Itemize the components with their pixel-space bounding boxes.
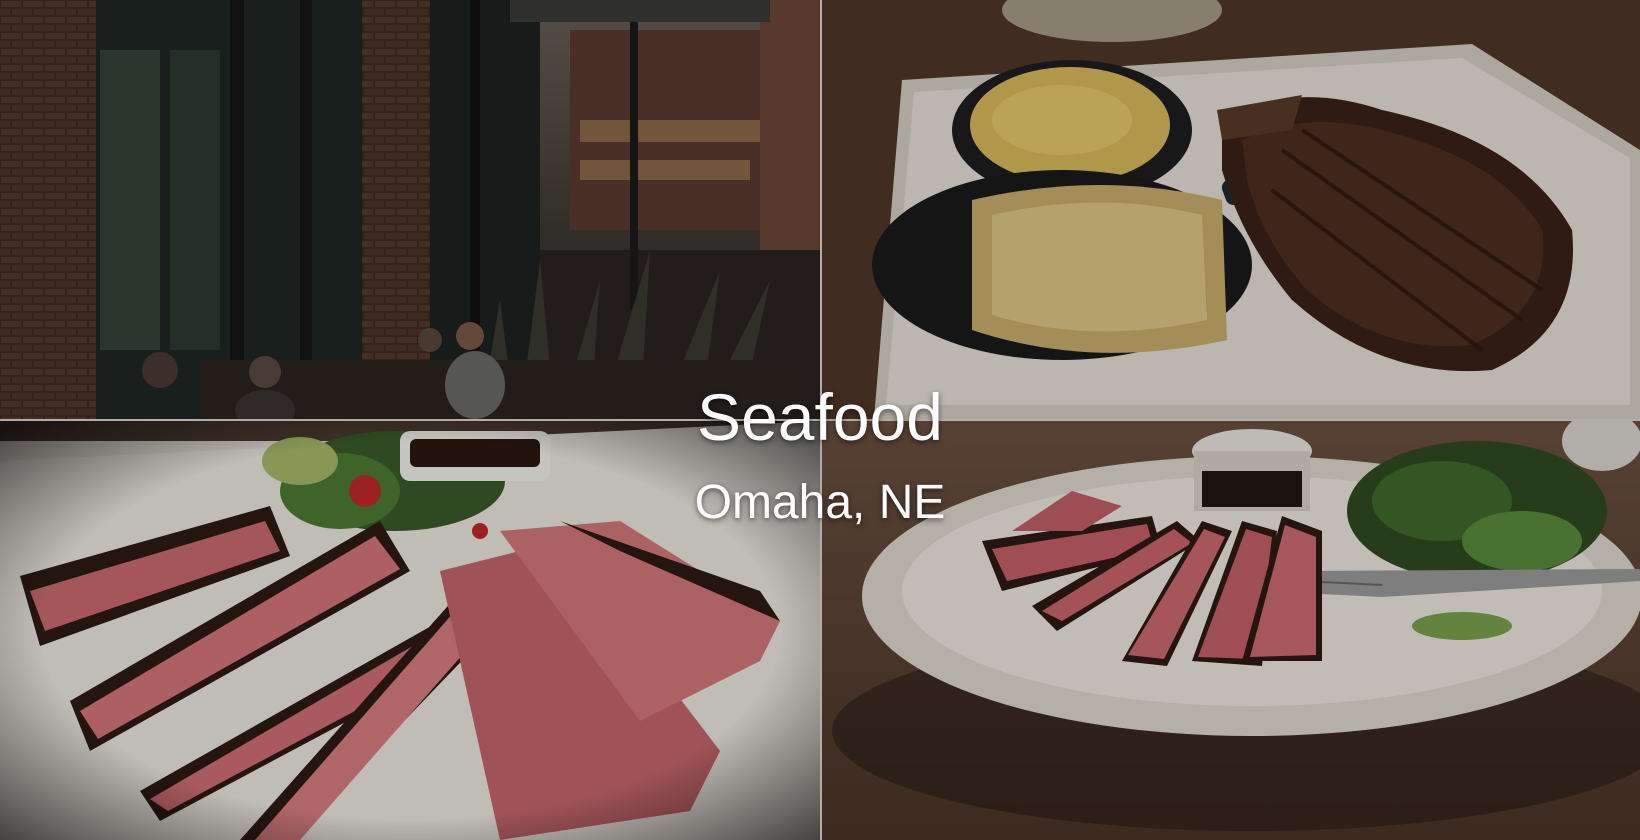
photo-collage: Seafood Omaha, NE	[0, 0, 1640, 840]
hero-title: Seafood	[697, 380, 943, 454]
photo-restaurant-exterior	[0, 0, 820, 419]
photo-steak-plate	[822, 0, 1640, 419]
hero-location: Omaha, NE	[694, 476, 946, 529]
